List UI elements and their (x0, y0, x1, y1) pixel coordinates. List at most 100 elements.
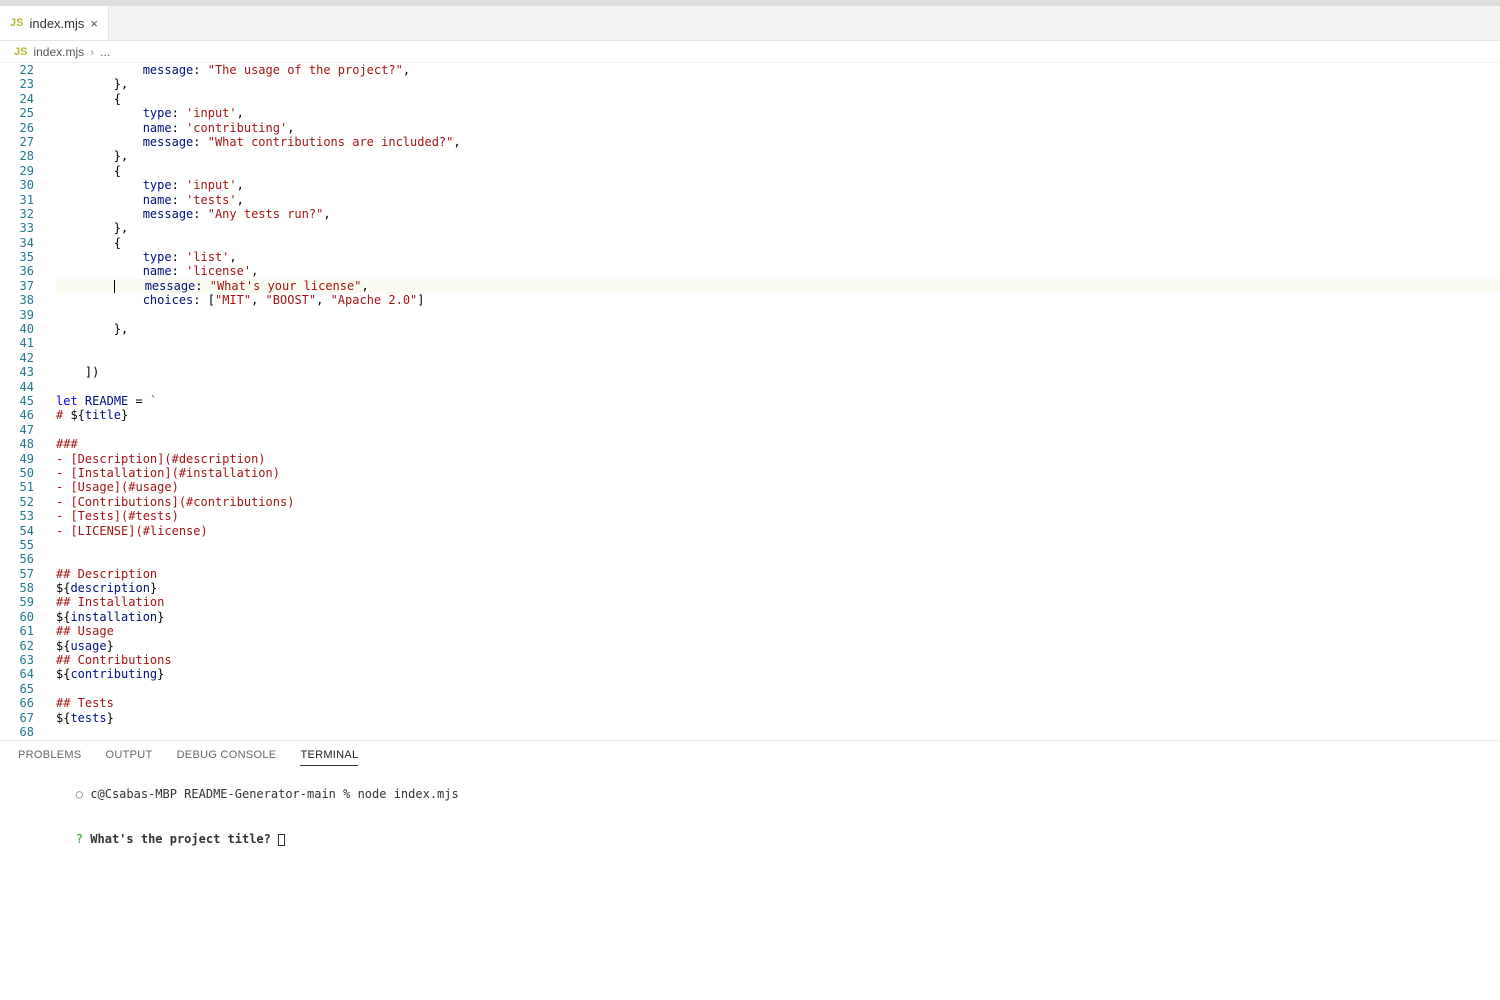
code-line[interactable]: # ${title} (56, 408, 1500, 422)
line-number: 49 (0, 452, 34, 466)
code-line[interactable]: - [LICENSE](#license) (56, 524, 1500, 538)
code-line[interactable]: ## Installation (56, 595, 1500, 609)
code-line[interactable]: ## Contributions (56, 653, 1500, 667)
terminal-prompt-text: What's the project title? (90, 832, 271, 846)
code-line[interactable] (56, 739, 1500, 740)
breadcrumb[interactable]: JS index.mjs › ... (0, 41, 1500, 63)
line-number: 28 (0, 149, 34, 163)
panel-tab-problems[interactable]: PROBLEMS (18, 749, 82, 766)
code-line[interactable]: - [Installation](#installation) (56, 466, 1500, 480)
line-number: 54 (0, 524, 34, 538)
code-line[interactable] (56, 336, 1500, 350)
panel-tab-output[interactable]: OUTPUT (106, 749, 153, 766)
code-line[interactable]: message: "What's your license", (56, 279, 1500, 293)
code-line[interactable] (56, 423, 1500, 437)
code-line[interactable] (56, 308, 1500, 322)
line-number: 29 (0, 164, 34, 178)
code-line[interactable]: type: 'input', (56, 106, 1500, 120)
editor-cursor (114, 280, 115, 293)
code-line[interactable] (56, 351, 1500, 365)
terminal-question-mark: ? (76, 832, 83, 846)
line-number: 45 (0, 394, 34, 408)
code-line[interactable]: }, (56, 221, 1500, 235)
line-number: 51 (0, 480, 34, 494)
code-line[interactable]: message: "What contributions are include… (56, 135, 1500, 149)
tab-title: index.mjs (29, 16, 84, 31)
line-number: 58 (0, 581, 34, 595)
line-number: 52 (0, 495, 34, 509)
code-line[interactable]: ## Usage (56, 624, 1500, 638)
code-line[interactable] (56, 682, 1500, 696)
code-line[interactable]: type: 'list', (56, 250, 1500, 264)
line-number: 31 (0, 193, 34, 207)
line-number: 23 (0, 77, 34, 91)
line-number: 30 (0, 178, 34, 192)
line-number: 32 (0, 207, 34, 221)
code-line[interactable]: - [Tests](#tests) (56, 509, 1500, 523)
panel-tab-debug-console[interactable]: DEBUG CONSOLE (177, 749, 277, 766)
code-line[interactable]: message: "The usage of the project?", (56, 63, 1500, 77)
code-line[interactable]: ${contributing} (56, 667, 1500, 681)
line-number: 59 (0, 595, 34, 609)
code-line[interactable]: name: 'tests', (56, 193, 1500, 207)
line-number: 62 (0, 639, 34, 653)
code-line[interactable]: }, (56, 322, 1500, 336)
line-number: 56 (0, 552, 34, 566)
line-number: 35 (0, 250, 34, 264)
panel-tab-terminal[interactable]: TERMINAL (300, 749, 358, 766)
line-number: 47 (0, 423, 34, 437)
code-line[interactable]: ${tests} (56, 711, 1500, 725)
code-line[interactable]: { (56, 236, 1500, 250)
js-file-icon: JS (14, 46, 27, 58)
line-number: 67 (0, 711, 34, 725)
line-number: 61 (0, 624, 34, 638)
line-number: 39 (0, 308, 34, 322)
code-line[interactable]: }, (56, 149, 1500, 163)
code-line[interactable]: name: 'contributing', (56, 121, 1500, 135)
line-number: 55 (0, 538, 34, 552)
code-line[interactable] (56, 552, 1500, 566)
terminal[interactable]: ○ c@Csabas-MBP README-Generator-main % n… (0, 766, 1500, 1000)
code-line[interactable]: - [Contributions](#contributions) (56, 495, 1500, 509)
code-editor[interactable]: 2223242526272829303132333435363738394041… (0, 63, 1500, 740)
code-line[interactable]: - [Description](#description) (56, 452, 1500, 466)
code-content[interactable]: message: "The usage of the project?", },… (56, 63, 1500, 740)
code-line[interactable]: name: 'license', (56, 264, 1500, 278)
code-line[interactable] (56, 538, 1500, 552)
code-line[interactable]: { (56, 92, 1500, 106)
line-number: 34 (0, 236, 34, 250)
line-number: 22 (0, 63, 34, 77)
line-number: 66 (0, 696, 34, 710)
code-line[interactable]: ${description} (56, 581, 1500, 595)
code-line[interactable]: ${installation} (56, 610, 1500, 624)
code-line[interactable]: { (56, 164, 1500, 178)
code-line[interactable]: - [Usage](#usage) (56, 480, 1500, 494)
breadcrumb-rest: ... (100, 45, 110, 59)
line-number: 38 (0, 293, 34, 307)
code-line[interactable] (56, 725, 1500, 739)
code-line[interactable]: let README = ` (56, 394, 1500, 408)
code-line[interactable]: ## Description (56, 567, 1500, 581)
line-number: 24 (0, 92, 34, 106)
code-line[interactable]: ### (56, 437, 1500, 451)
line-number: 41 (0, 336, 34, 350)
tab-index-mjs[interactable]: JS index.mjs × (0, 6, 109, 40)
line-number: 40 (0, 322, 34, 336)
line-number: 68 (0, 725, 34, 739)
code-line[interactable] (56, 380, 1500, 394)
line-number: 60 (0, 610, 34, 624)
code-line[interactable]: }, (56, 77, 1500, 91)
code-line[interactable]: message: "Any tests run?", (56, 207, 1500, 221)
line-number: 26 (0, 121, 34, 135)
line-number-gutter: 2223242526272829303132333435363738394041… (0, 63, 46, 740)
line-number: 64 (0, 667, 34, 681)
line-number: 46 (0, 408, 34, 422)
line-number: 57 (0, 567, 34, 581)
code-line[interactable]: choices: ["MIT", "BOOST", "Apache 2.0"] (56, 293, 1500, 307)
close-icon[interactable]: × (90, 16, 98, 31)
code-line[interactable]: type: 'input', (56, 178, 1500, 192)
code-line[interactable]: ## Tests (56, 696, 1500, 710)
code-line[interactable]: ${usage} (56, 639, 1500, 653)
code-line[interactable]: ]) (56, 365, 1500, 379)
line-number: 25 (0, 106, 34, 120)
